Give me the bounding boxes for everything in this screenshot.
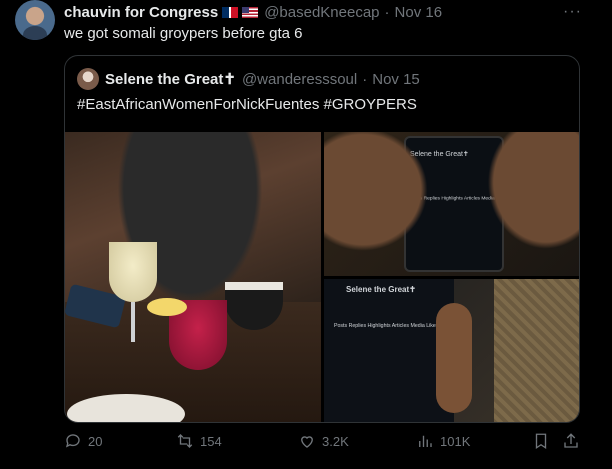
views-button[interactable]: 101K bbox=[416, 432, 470, 450]
repost-icon bbox=[177, 434, 193, 448]
share-button[interactable] bbox=[562, 432, 586, 450]
quoted-post[interactable]: Selene the Great✝ @wanderesssoul · Nov 1… bbox=[64, 55, 580, 423]
like-button[interactable]: 3.2K bbox=[298, 432, 349, 450]
media-grid: Selene the Great✝ Posts Replies Highligh… bbox=[65, 132, 579, 422]
photo-phone-screen-profile[interactable]: Selene the Great✝ Posts Replies Highligh… bbox=[324, 279, 579, 422]
glass-stem bbox=[131, 302, 135, 342]
screen-profile-tabs: Posts Replies Highlights Articles Media … bbox=[334, 323, 439, 329]
quoted-author-name[interactable]: Selene the Great✝ bbox=[105, 70, 236, 88]
like-count: 3.2K bbox=[322, 433, 349, 449]
post-text: we got somali groypers before gta 6 bbox=[64, 25, 303, 42]
bar-chart-icon bbox=[419, 435, 432, 447]
quoted-author-avatar[interactable] bbox=[77, 68, 99, 90]
lemon-slice bbox=[147, 298, 187, 316]
author-name[interactable]: chauvin for Congress bbox=[64, 4, 218, 21]
more-options-icon[interactable]: ··· bbox=[563, 3, 582, 21]
bookmark-button[interactable] bbox=[532, 432, 556, 450]
bookmark-icon bbox=[535, 433, 547, 450]
reply-count: 20 bbox=[88, 433, 103, 449]
reply-icon bbox=[65, 434, 80, 448]
heart-icon bbox=[301, 436, 313, 448]
separator-dot: · bbox=[384, 3, 390, 21]
quoted-post-text: #EastAfricanWomenForNickFuentes #GROYPER… bbox=[77, 96, 417, 113]
reply-button[interactable]: 20 bbox=[64, 432, 102, 450]
screen-profile-name: Selene the Great✝ bbox=[346, 285, 416, 294]
view-count: 101K bbox=[440, 433, 471, 449]
quoted-author-handle[interactable]: @wanderesssoul bbox=[242, 71, 357, 88]
left-hand bbox=[324, 132, 454, 276]
sweater-background bbox=[494, 279, 579, 422]
hand bbox=[436, 303, 472, 413]
quoted-post-header: Selene the Great✝ @wanderesssoul · Nov 1… bbox=[77, 68, 420, 90]
phone-screen: Selene the Great✝ Posts Replies Highligh… bbox=[324, 279, 454, 422]
separator-dot: · bbox=[362, 70, 368, 88]
repost-button[interactable]: 154 bbox=[176, 432, 222, 450]
share-icon bbox=[564, 433, 578, 448]
repost-count: 154 bbox=[200, 433, 222, 449]
author-avatar[interactable] bbox=[15, 0, 55, 40]
photo-hands-holding-phone[interactable]: Selene the Great✝ Posts Replies Highligh… bbox=[324, 132, 579, 276]
post-date[interactable]: Nov 16 bbox=[395, 4, 443, 21]
dominican-republic-flag-icon bbox=[222, 6, 239, 18]
post-actions-bar: 20 154 3.2K 101K bbox=[64, 432, 580, 456]
author-handle[interactable]: @basedKneecap bbox=[264, 4, 379, 21]
white-drink-glass bbox=[109, 242, 157, 302]
right-hand bbox=[464, 132, 579, 276]
post-header: chauvin for Congress @basedKneecap · Nov… bbox=[64, 2, 442, 22]
us-flag-icon bbox=[242, 6, 259, 18]
photo-restaurant-table-drinks[interactable] bbox=[65, 132, 321, 422]
quoted-post-date[interactable]: Nov 15 bbox=[372, 71, 420, 88]
